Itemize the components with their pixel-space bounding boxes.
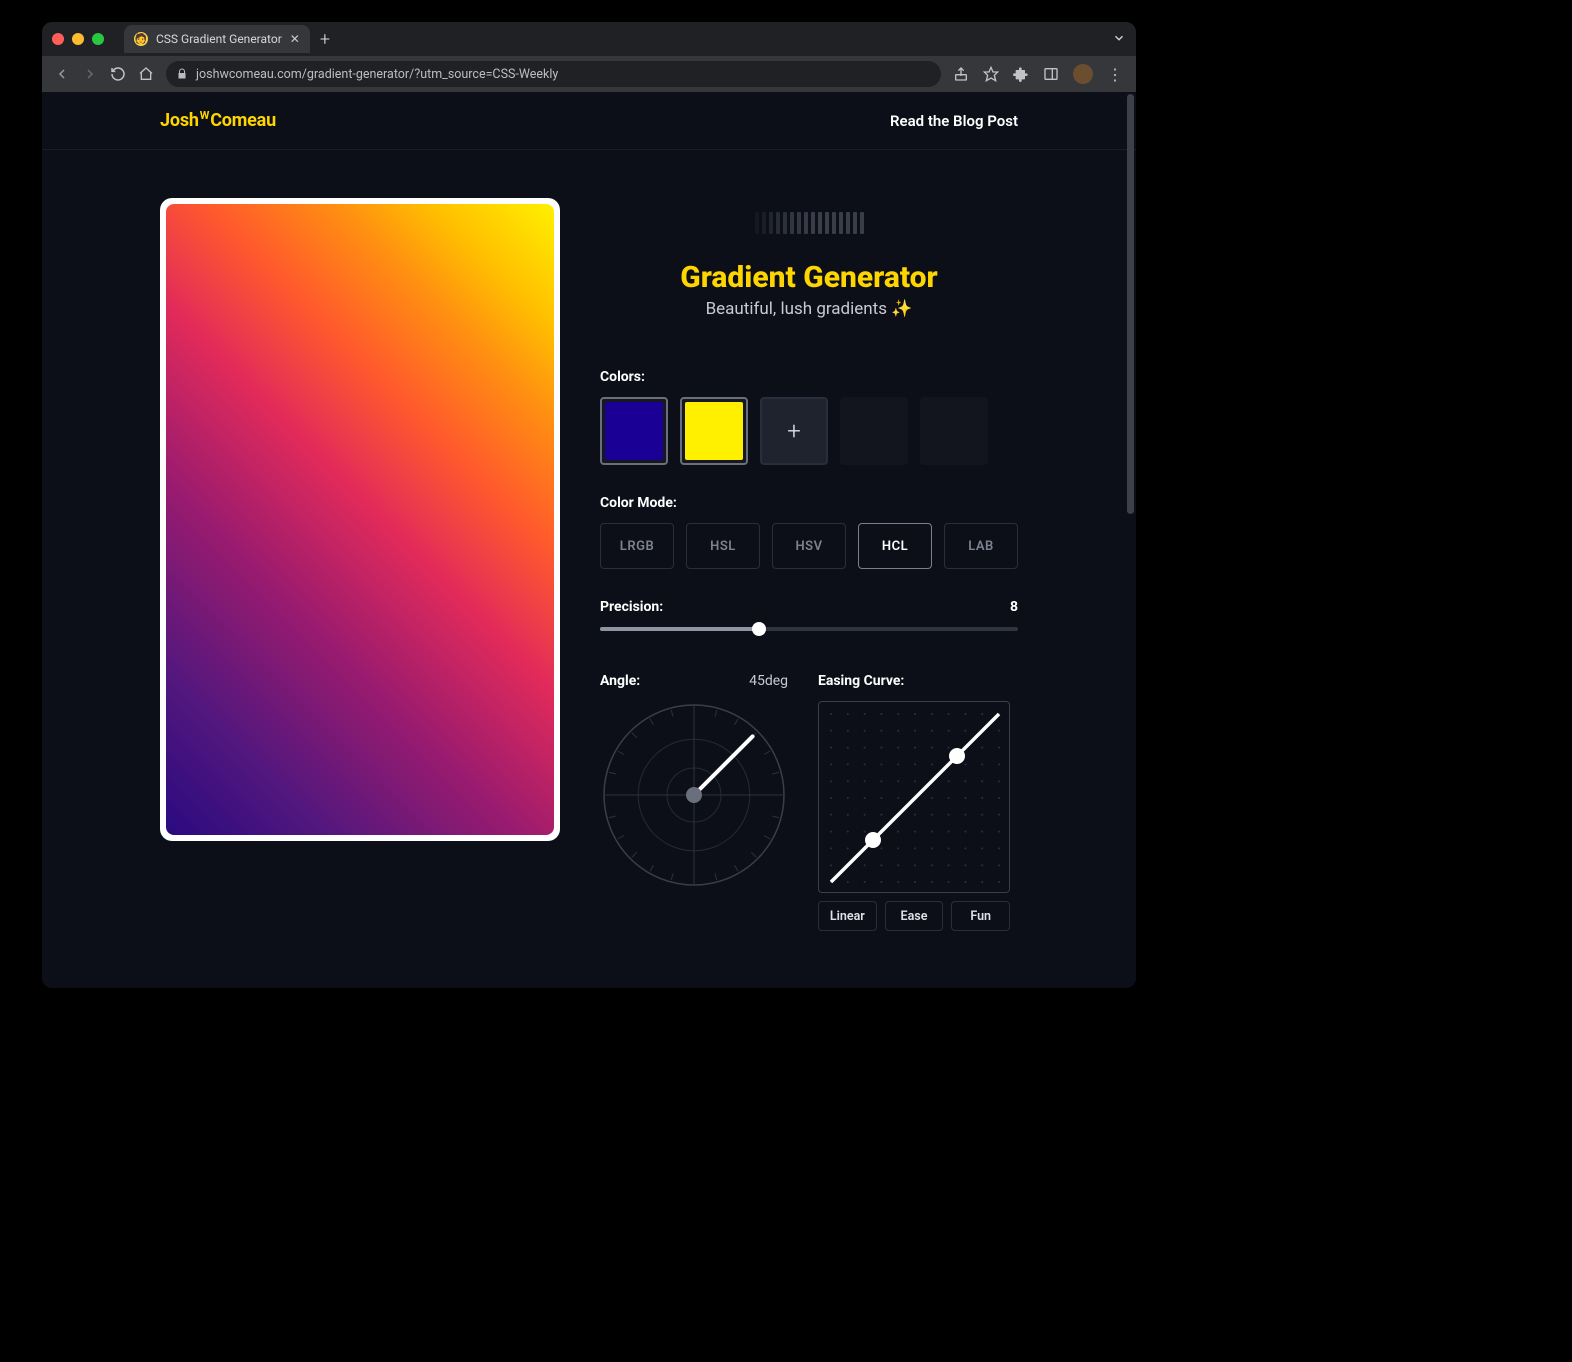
angle-value: 45deg (749, 673, 788, 689)
site-logo[interactable]: Josh W Comeau (160, 110, 276, 131)
easing-preset-linear[interactable]: Linear (818, 901, 877, 931)
color-well[interactable] (680, 397, 748, 465)
easing-label: Easing Curve: (818, 673, 1010, 689)
profile-avatar[interactable] (1073, 64, 1093, 84)
color-mode-hsv[interactable]: HSV (772, 523, 846, 569)
color-mode-label: Color Mode: (600, 495, 1018, 511)
color-mode-lrgb[interactable]: LRGB (600, 523, 674, 569)
browser-tab[interactable]: 🧑 CSS Gradient Generator ✕ (124, 25, 310, 53)
angle-label: Angle: (600, 673, 640, 689)
plus-icon: + (787, 417, 801, 445)
easing-presets: Linear EaseFun (818, 901, 1010, 931)
new-tab-button[interactable]: + (320, 29, 330, 50)
easing-preset-fun[interactable]: Fun (951, 901, 1010, 931)
color-well-empty (920, 397, 988, 465)
color-mode-hsl[interactable]: HSL (686, 523, 760, 569)
page-scrollbar[interactable] (1127, 94, 1134, 514)
home-button[interactable] (138, 66, 154, 82)
address-bar[interactable]: joshwcomeau.com/gradient-generator/?utm_… (166, 61, 941, 87)
share-icon[interactable] (953, 66, 969, 82)
add-color-button[interactable]: + (760, 397, 828, 465)
window-controls[interactable] (52, 33, 104, 45)
reload-button[interactable] (110, 66, 126, 82)
fullscreen-window-icon[interactable] (92, 33, 104, 45)
extensions-icon[interactable] (1013, 66, 1029, 82)
forward-button[interactable] (82, 66, 98, 82)
precision-slider[interactable] (600, 627, 1018, 631)
gradient-preview-card (160, 198, 560, 841)
precision-value: 8 (1010, 599, 1018, 615)
color-wells: + (600, 397, 1018, 465)
favicon-icon: 🧑 (134, 32, 148, 46)
tab-title: CSS Gradient Generator (156, 32, 282, 46)
browser-tabstrip: 🧑 CSS Gradient Generator ✕ + (42, 22, 1136, 56)
easing-editor[interactable] (818, 701, 1010, 893)
gradient-preview (166, 204, 554, 835)
color-mode-hcl[interactable]: HCL (858, 523, 932, 569)
color-mode-row: LRGB HSL HSV HCL LAB (600, 523, 1018, 569)
browser-toolbar: joshwcomeau.com/gradient-generator/?utm_… (42, 56, 1136, 92)
color-well-empty (840, 397, 908, 465)
lock-icon (176, 68, 188, 80)
slider-thumb[interactable] (752, 622, 766, 636)
easing-preset-ease[interactable]: Ease (885, 901, 944, 931)
colors-label: Colors: (600, 369, 1018, 385)
close-tab-icon[interactable]: ✕ (290, 32, 300, 46)
chevron-down-icon[interactable] (1112, 30, 1126, 49)
page-subtitle: Beautiful, lush gradients ✨ (600, 299, 1018, 319)
precision-label: Precision: (600, 599, 663, 615)
page-title: Gradient Generator (600, 260, 1018, 295)
close-window-icon[interactable] (52, 33, 64, 45)
kebab-menu-icon[interactable]: ⋮ (1107, 65, 1124, 84)
panel-icon[interactable] (1043, 66, 1059, 82)
star-icon[interactable] (983, 66, 999, 82)
url-text: joshwcomeau.com/gradient-generator/?utm_… (196, 67, 558, 82)
minimize-window-icon[interactable] (72, 33, 84, 45)
color-mode-lab[interactable]: LAB (944, 523, 1018, 569)
angle-dial[interactable] (600, 701, 788, 889)
color-well[interactable] (600, 397, 668, 465)
blog-post-link[interactable]: Read the Blog Post (890, 112, 1018, 130)
decorative-bars (600, 212, 1018, 234)
back-button[interactable] (54, 66, 70, 82)
